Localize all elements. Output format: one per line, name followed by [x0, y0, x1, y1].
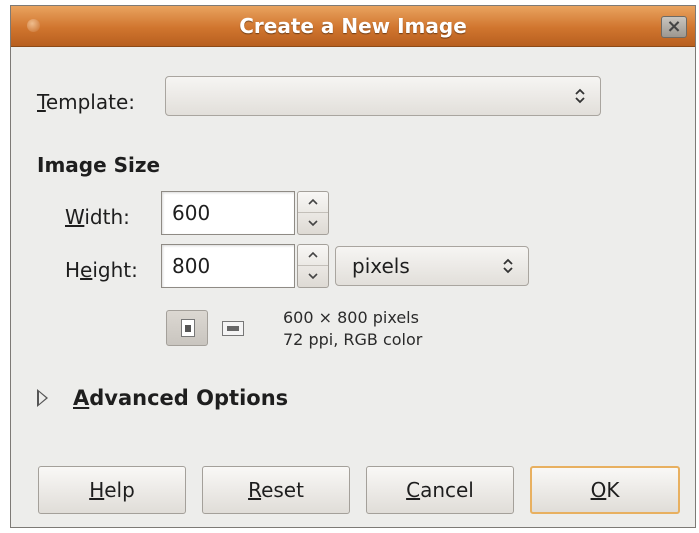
height-spinner[interactable]	[297, 244, 329, 288]
width-value: 600	[172, 201, 211, 225]
combo-arrows-icon	[503, 258, 513, 274]
landscape-icon[interactable]	[222, 321, 244, 336]
help-mnemonic: H	[89, 478, 105, 502]
chevron-up-icon	[308, 198, 318, 205]
template-label-rest: emplate:	[45, 90, 136, 114]
unit-combo[interactable]: pixels	[335, 246, 529, 286]
height-value: 800	[172, 254, 211, 278]
cancel-mnemonic: C	[406, 478, 421, 502]
advanced-label-rest: dvanced Options	[89, 386, 289, 410]
close-button[interactable]: ×	[661, 16, 687, 38]
unit-value: pixels	[352, 254, 410, 278]
width-spinner[interactable]	[297, 191, 329, 235]
new-image-dialog: Create a New Image × Template: Image Siz…	[10, 5, 696, 528]
ok-mnemonic: O	[590, 478, 607, 502]
width-label: Width:	[65, 205, 130, 229]
image-info: 600 × 800 pixels 72 ppi, RGB color	[283, 307, 422, 351]
width-mnemonic: W	[65, 205, 85, 229]
template-combo[interactable]	[165, 76, 601, 116]
help-button[interactable]: Help	[38, 466, 186, 514]
width-decrement-button[interactable]	[298, 213, 328, 234]
help-label-rest: elp	[104, 478, 135, 502]
width-increment-button[interactable]	[298, 192, 328, 213]
height-decrement-button[interactable]	[298, 266, 328, 287]
chevron-down-icon	[308, 220, 318, 227]
title-bar[interactable]: Create a New Image ×	[11, 6, 695, 47]
portrait-button[interactable]	[166, 310, 208, 346]
height-label-start: H	[65, 258, 81, 282]
template-mnemonic: T	[37, 90, 46, 114]
cancel-label-rest: ancel	[420, 478, 474, 502]
expander-arrow-icon[interactable]	[37, 389, 48, 407]
combo-arrows-icon	[575, 88, 585, 104]
ok-label-rest: K	[606, 478, 620, 502]
window-title: Create a New Image	[239, 14, 467, 38]
portrait-icon	[181, 319, 195, 337]
reset-label-rest: eset	[261, 478, 304, 502]
height-input[interactable]: 800	[161, 244, 295, 288]
image-size-heading: Image Size	[37, 153, 161, 177]
ok-button[interactable]: OK	[530, 466, 680, 514]
width-label-rest: idth:	[84, 205, 130, 229]
advanced-options-expander[interactable]: Advanced Options	[73, 386, 288, 410]
cancel-button[interactable]: Cancel	[366, 466, 514, 514]
height-mnemonic: e	[80, 258, 93, 282]
width-input[interactable]: 600	[161, 191, 295, 235]
advanced-mnemonic: A	[73, 386, 90, 410]
image-info-resolution: 72 ppi, RGB color	[283, 330, 423, 349]
height-increment-button[interactable]	[298, 245, 328, 266]
chevron-down-icon	[308, 273, 318, 280]
height-label: Height:	[65, 258, 138, 282]
template-label: Template:	[37, 90, 135, 114]
height-label-rest: ight:	[92, 258, 138, 282]
reset-button[interactable]: Reset	[202, 466, 350, 514]
reset-mnemonic: R	[248, 478, 262, 502]
chevron-up-icon	[308, 251, 318, 258]
image-info-dimensions: 600 × 800 pixels	[283, 308, 419, 327]
